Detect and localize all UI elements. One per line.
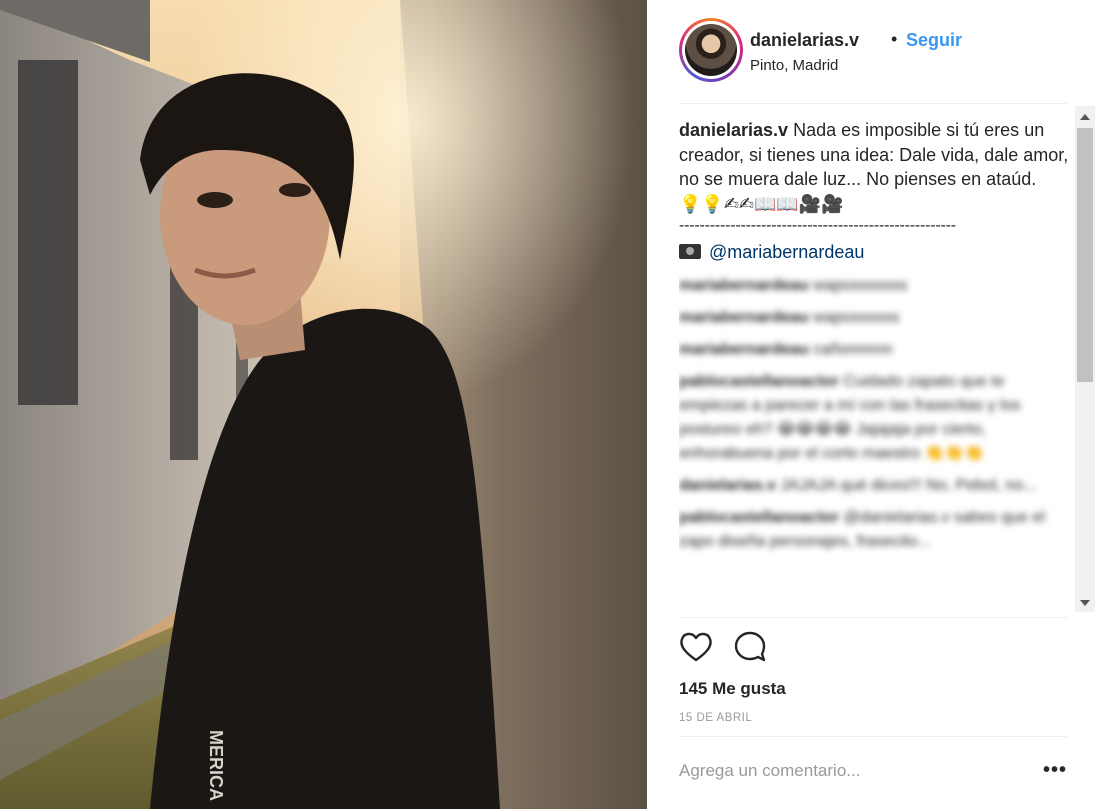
caption: danielarias.v Nada es imposible si tú er… <box>679 118 1071 192</box>
comment-username[interactable]: mariabernardeau <box>679 277 809 294</box>
scrollbar-thumb[interactable] <box>1077 128 1093 382</box>
avatar[interactable] <box>679 18 743 82</box>
caption-emojis: 💡💡✍✍📖📖🎥🎥 <box>679 193 844 214</box>
credit-mention-link[interactable]: @mariabernardeau <box>709 242 864 262</box>
comment-text: waposssssss <box>813 276 908 294</box>
caption-username[interactable]: danielarias.v <box>679 120 788 140</box>
comment-bubble-icon[interactable] <box>733 630 767 664</box>
comment-username[interactable]: pablocastellanoactor <box>679 509 839 526</box>
username-link[interactable]: danielarias.v <box>750 30 859 51</box>
comment-username[interactable]: danielarias.v <box>679 477 776 494</box>
location-link[interactable]: Pinto, Madrid <box>750 57 838 74</box>
camera-icon <box>679 243 701 259</box>
avatar-image <box>685 24 737 76</box>
add-comment-bar: Agrega un comentario... ••• <box>679 736 1067 809</box>
comment-item: mariabernardeau wapossssss <box>679 306 1071 330</box>
photo-credit: @mariabernardeau <box>679 238 1071 266</box>
comment-item: pablocastellanoactor @danielarias.v sabe… <box>679 506 1071 554</box>
comment-text: wapossssss <box>813 308 900 326</box>
comment-text: cañonnnnn <box>813 340 893 358</box>
more-options-icon[interactable]: ••• <box>1043 759 1067 782</box>
comments-scrollbar[interactable] <box>1075 106 1095 612</box>
scroll-up-arrow-icon[interactable] <box>1080 114 1090 120</box>
caption-divider: ----------------------------------------… <box>679 216 956 234</box>
post-header: danielarias.v • Seguir Pinto, Madrid <box>679 18 1067 104</box>
post-date: 15 DE ABRIL <box>679 712 753 724</box>
comment-emoji: 👏👏👏 <box>924 444 985 462</box>
comment-input[interactable]: Agrega un comentario... <box>679 761 860 781</box>
comment-text: JAJAJA qué dices!!! No, Pebol, no... <box>780 476 1037 494</box>
comment-username[interactable]: pablocastellanoactor <box>679 373 839 390</box>
comments-list[interactable]: danielarias.v Nada es imposible si tú er… <box>679 118 1071 618</box>
post-actions: 145 Me gusta 15 DE ABRIL <box>679 617 1067 737</box>
comment-item: mariabernardeau waposssssss <box>679 274 1071 298</box>
comment-username[interactable]: mariabernardeau <box>679 309 809 326</box>
svg-text:MERICA: MERICA <box>206 730 226 801</box>
comment-username[interactable]: mariabernardeau <box>679 341 809 358</box>
photo-illustration: MERICA <box>0 0 647 809</box>
comment-item: danielarias.v JAJAJA qué dices!!! No, Pe… <box>679 474 1071 498</box>
post-photo: MERICA <box>0 0 647 809</box>
comment-item: pablocastellanoactor Cuidado zapato que … <box>679 370 1071 466</box>
comment-item: mariabernardeau cañonnnnn <box>679 338 1071 362</box>
like-heart-icon[interactable] <box>679 630 713 664</box>
follow-button[interactable]: Seguir <box>906 30 962 51</box>
likes-count[interactable]: 145 Me gusta <box>679 679 786 699</box>
post-details-panel: danielarias.v • Seguir Pinto, Madrid dan… <box>647 0 1097 809</box>
separator-dot: • <box>891 29 898 49</box>
scroll-down-arrow-icon[interactable] <box>1080 600 1090 606</box>
